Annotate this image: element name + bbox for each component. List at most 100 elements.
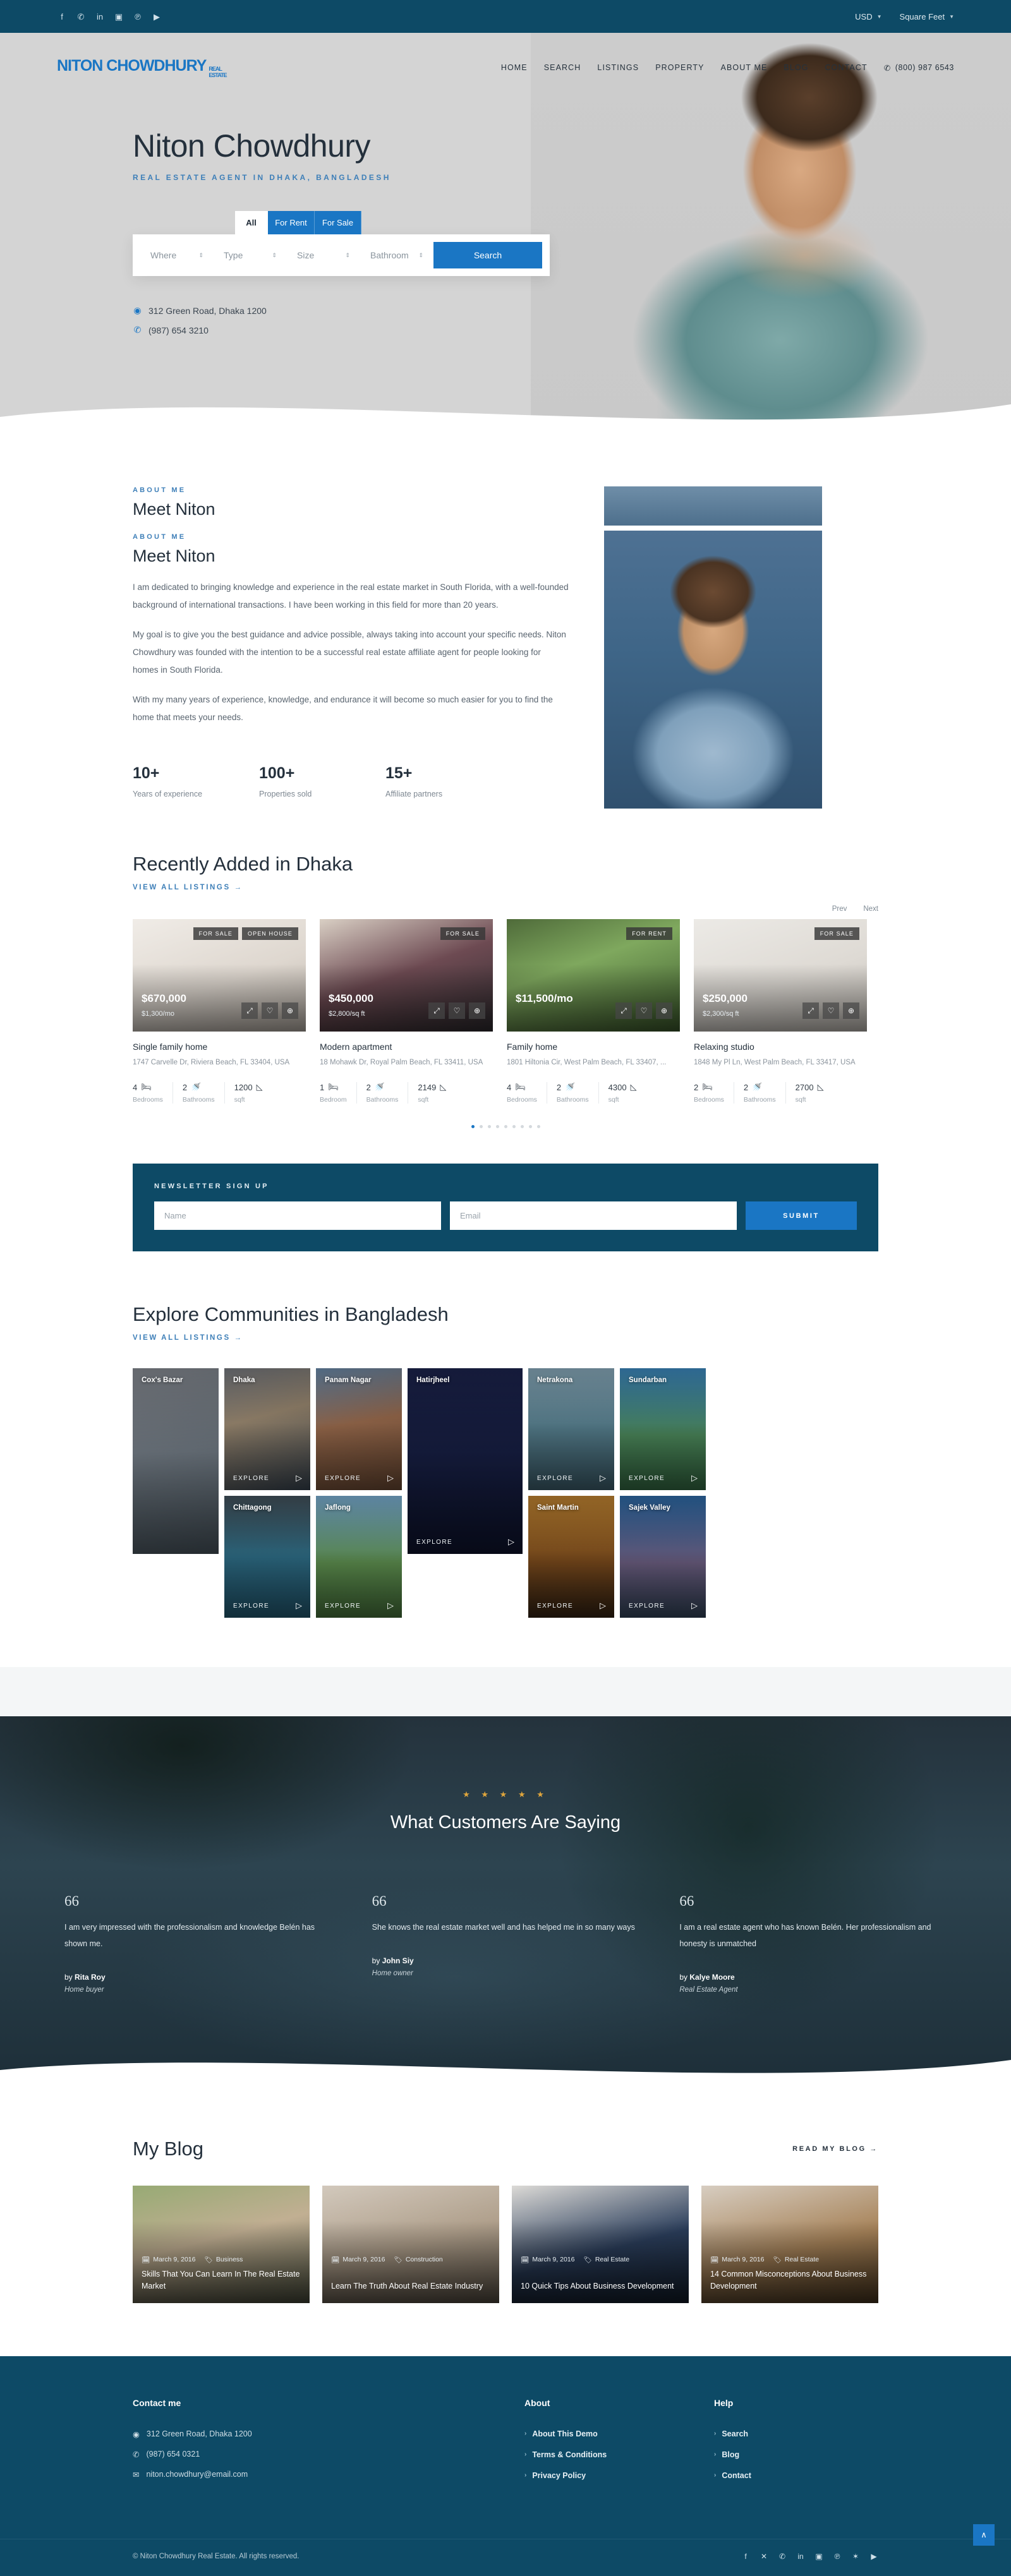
newsletter-name-input[interactable] bbox=[154, 1201, 441, 1231]
footer-phone-row[interactable]: ✆ (987) 654 0321 bbox=[133, 2450, 524, 2459]
search-button[interactable]: Search bbox=[433, 242, 542, 268]
blog-card[interactable]: 🗓 March 9, 2016 🏷 Real Estate 10 Quick Tip… bbox=[512, 2185, 689, 2303]
search-field-type[interactable]: Type ⇕ bbox=[214, 250, 287, 260]
youtube-icon[interactable]: ▶ bbox=[869, 2552, 878, 2561]
play-triangle-icon: ▷ bbox=[600, 1601, 606, 1611]
nav-link-about-me[interactable]: ABOUT ME bbox=[721, 63, 768, 72]
linkedin-icon[interactable]: in bbox=[95, 11, 105, 21]
listing-subprice: $2,300/sq ft bbox=[703, 1010, 739, 1018]
facebook-icon[interactable]: f bbox=[741, 2552, 750, 2561]
tab-all[interactable]: All bbox=[235, 211, 268, 234]
communities-view-all-link[interactable]: VIEW ALL LISTINGS → bbox=[133, 1334, 243, 1342]
youtube-icon[interactable]: ▶ bbox=[152, 11, 162, 21]
tab-for-rent[interactable]: For Rent bbox=[268, 211, 315, 234]
twitter-icon[interactable]: ✕ bbox=[760, 2552, 768, 2561]
tab-for-sale[interactable]: For Sale bbox=[315, 211, 361, 234]
expand-icon[interactable]: ⤢ bbox=[241, 1002, 258, 1019]
listing-bathrooms: 2 🚿 Bathrooms bbox=[183, 1082, 225, 1104]
listing-card[interactable]: FOR RENT $11,500/mo ⤢ ♡ ⊕ Family home 18… bbox=[507, 919, 680, 1104]
heart-icon[interactable]: ♡ bbox=[823, 1002, 839, 1019]
chevron-right-icon: › bbox=[524, 2472, 527, 2479]
listing-card[interactable]: FOR SALE $250,000 $2,300/sq ft ⤢ ♡ ⊕ Rel… bbox=[694, 919, 867, 1104]
community-tile-chittagong[interactable]: Chittagong EXPLORE ▷ bbox=[224, 1496, 310, 1618]
blog-card[interactable]: 🗓 March 9, 2016 🏷 Real Estate 14 Common Mi… bbox=[701, 2185, 878, 2303]
community-tile-panam-nagar[interactable]: Panam Nagar EXPLORE ▷ bbox=[316, 1368, 402, 1491]
carousel-dot[interactable] bbox=[520, 1125, 524, 1129]
currency-selector[interactable]: USD ▼ bbox=[855, 12, 881, 21]
nav-link-blog[interactable]: BLOG bbox=[784, 63, 808, 72]
newsletter-email-input[interactable] bbox=[450, 1201, 737, 1231]
nav-link-home[interactable]: HOME bbox=[501, 63, 528, 72]
facebook-icon[interactable]: f bbox=[57, 11, 67, 21]
community-tile-sajek-valley[interactable]: Sajek Valley EXPLORE ▷ bbox=[620, 1496, 706, 1618]
community-tile-jaflong[interactable]: Jaflong EXPLORE ▷ bbox=[316, 1496, 402, 1618]
nav-link-contact[interactable]: CONTACT bbox=[825, 63, 868, 72]
footer-link-search[interactable]: › Search bbox=[714, 2429, 878, 2438]
nav-link-property[interactable]: PROPERTY bbox=[655, 63, 704, 72]
read-my-blog-link[interactable]: READ MY BLOG → bbox=[792, 2145, 878, 2153]
blog-category: 🏷 Real Estate bbox=[773, 2256, 819, 2264]
community-tile-hatirjheel[interactable]: Hatirjheel EXPLORE ▷ bbox=[408, 1368, 523, 1555]
community-tile-netrakona[interactable]: Netrakona EXPLORE ▷ bbox=[528, 1368, 614, 1491]
community-tile-saint-martin[interactable]: Saint Martin EXPLORE ▷ bbox=[528, 1496, 614, 1618]
instagram-icon[interactable]: ▣ bbox=[814, 2552, 823, 2561]
carousel-dot[interactable] bbox=[512, 1125, 516, 1129]
add-circle-icon[interactable]: ⊕ bbox=[843, 1002, 859, 1019]
units-value: Square Feet bbox=[899, 11, 945, 21]
footer-link-about-this-demo[interactable]: › About This Demo bbox=[524, 2429, 714, 2438]
pinterest-icon[interactable]: ℗ bbox=[833, 2552, 842, 2561]
search-field-size[interactable]: Size ⇕ bbox=[287, 250, 360, 260]
expand-icon[interactable]: ⤢ bbox=[428, 1002, 445, 1019]
carousel-dot[interactable] bbox=[528, 1125, 532, 1129]
pinterest-icon[interactable]: ℗ bbox=[133, 11, 143, 21]
newsletter-submit-button[interactable]: SUBMIT bbox=[746, 1201, 857, 1231]
linkedin-icon[interactable]: in bbox=[796, 2552, 805, 2561]
expand-icon[interactable]: ⤢ bbox=[802, 1002, 819, 1019]
skype-icon[interactable]: ✶ bbox=[851, 2552, 860, 2561]
nav-phone[interactable]: ✆ (800) 987 6543 bbox=[884, 63, 954, 73]
listing-card[interactable]: FOR SALE OPEN HOUSE $670,000 $1,300/mo ⤢… bbox=[133, 919, 306, 1104]
heart-icon[interactable]: ♡ bbox=[636, 1002, 652, 1019]
footer-link-terms[interactable]: › Terms & Conditions bbox=[524, 2450, 714, 2459]
blog-card[interactable]: 🗓 March 9, 2016 🏷 Business Skills That You… bbox=[133, 2185, 310, 2303]
expand-icon[interactable]: ⤢ bbox=[615, 1002, 632, 1019]
footer-link-privacy[interactable]: › Privacy Policy bbox=[524, 2471, 714, 2480]
carousel-dot[interactable] bbox=[504, 1125, 507, 1129]
map-pin-icon: ◉ bbox=[133, 305, 142, 315]
heart-icon[interactable]: ♡ bbox=[262, 1002, 278, 1019]
carousel-prev-button[interactable]: Prev bbox=[832, 905, 847, 913]
community-tile-coxs-bazar[interactable]: Cox's Bazar bbox=[133, 1368, 219, 1555]
heart-icon[interactable]: ♡ bbox=[449, 1002, 465, 1019]
footer-email-row[interactable]: ✉ niton.chowdhury@email.com bbox=[133, 2470, 524, 2479]
listing-price: $450,000 bbox=[329, 992, 373, 1004]
carousel-dot[interactable] bbox=[487, 1125, 491, 1129]
community-tile-sundarban[interactable]: Sundarban EXPLORE ▷ bbox=[620, 1368, 706, 1491]
units-selector[interactable]: Square Feet ▼ bbox=[900, 12, 954, 21]
carousel-dot[interactable] bbox=[495, 1125, 499, 1129]
community-tile-dhaka[interactable]: Dhaka EXPLORE ▷ bbox=[224, 1368, 310, 1491]
add-circle-icon[interactable]: ⊕ bbox=[282, 1002, 298, 1019]
nav-link-listings[interactable]: LISTINGS bbox=[597, 63, 639, 72]
add-circle-icon[interactable]: ⊕ bbox=[656, 1002, 672, 1019]
search-field-bathroom[interactable]: Bathroom ⇕ bbox=[360, 250, 433, 260]
footer-link-blog[interactable]: › Blog bbox=[714, 2450, 878, 2459]
blog-title: 14 Common Misconceptions About Business … bbox=[710, 2269, 867, 2291]
hero-phone-row[interactable]: ✆ (987) 654 3210 bbox=[133, 325, 878, 335]
whatsapp-icon[interactable]: ✆ bbox=[778, 2552, 787, 2561]
add-circle-icon[interactable]: ⊕ bbox=[469, 1002, 485, 1019]
search-field-where[interactable]: Where ⇕ bbox=[140, 250, 214, 260]
instagram-icon[interactable]: ▣ bbox=[114, 11, 124, 21]
scroll-to-top-button[interactable]: ∧ bbox=[973, 2524, 995, 2546]
listing-title: Family home bbox=[507, 1042, 558, 1052]
carousel-dot[interactable] bbox=[471, 1125, 475, 1129]
listing-card[interactable]: FOR SALE $450,000 $2,800/sq ft ⤢ ♡ ⊕ Mod… bbox=[320, 919, 493, 1104]
whatsapp-icon[interactable]: ✆ bbox=[76, 11, 86, 21]
carousel-dot[interactable] bbox=[479, 1125, 483, 1129]
listings-view-all-link[interactable]: VIEW ALL LISTINGS → bbox=[133, 884, 243, 891]
carousel-dot[interactable] bbox=[536, 1125, 540, 1129]
footer-link-contact[interactable]: › Contact bbox=[714, 2471, 878, 2480]
blog-card[interactable]: 🗓 March 9, 2016 🏷 Construction Learn The T… bbox=[322, 2185, 499, 2303]
carousel-next-button[interactable]: Next bbox=[863, 905, 878, 913]
nav-link-search[interactable]: SEARCH bbox=[544, 63, 581, 72]
site-logo[interactable]: NITON CHOWDHURY REAL ESTATE bbox=[57, 57, 229, 78]
